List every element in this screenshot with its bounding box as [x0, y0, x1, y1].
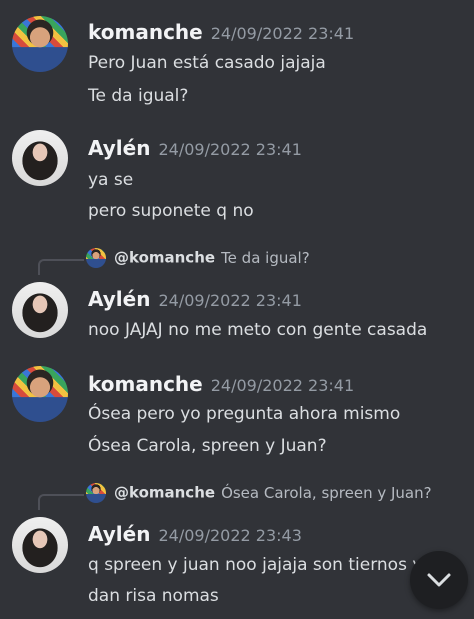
message-text: pero suponete q no: [88, 201, 254, 221]
message-header: Aylén 24/09/2022 23:41: [88, 136, 302, 160]
reply-mention[interactable]: @komanche: [114, 484, 215, 502]
reply-snippet: Te da igual?: [221, 248, 310, 267]
username[interactable]: komanche: [88, 20, 203, 44]
scroll-to-bottom-button[interactable]: [410, 551, 468, 609]
timestamp: 24/09/2022 23:43: [158, 526, 302, 545]
timestamp: 24/09/2022 23:41: [158, 140, 302, 159]
username[interactable]: komanche: [88, 372, 203, 396]
reply-preview[interactable]: @komanche Ósea Carola, spreen y Juan?: [86, 483, 432, 503]
avatar[interactable]: [12, 366, 68, 422]
message-header: Aylén 24/09/2022 23:41: [88, 287, 302, 311]
reply-preview[interactable]: @komanche Te da igual?: [86, 248, 310, 268]
username[interactable]: Aylén: [88, 136, 150, 160]
reply-mention[interactable]: @komanche: [114, 249, 215, 267]
timestamp: 24/09/2022 23:41: [210, 24, 355, 43]
avatar[interactable]: [12, 16, 68, 72]
message-header: Aylén 24/09/2022 23:43: [88, 522, 302, 546]
message-header: komanche 24/09/2022 23:41: [88, 20, 354, 44]
reply-connector: [38, 494, 84, 510]
message-header: komanche 24/09/2022 23:41: [88, 372, 354, 396]
avatar[interactable]: [12, 517, 68, 573]
reply-avatar: [86, 248, 106, 268]
message-text: Te da igual?: [88, 86, 189, 106]
message-text: dan risa nomas: [88, 586, 219, 606]
username[interactable]: Aylén: [88, 287, 150, 311]
chevron-down-icon: [427, 573, 451, 587]
message-text: q spreen y juan noo jajaja son tiernos y: [88, 555, 423, 575]
message-text: ya se: [88, 170, 134, 190]
reply-snippet: Ósea Carola, spreen y Juan?: [221, 483, 432, 502]
reply-avatar: [86, 483, 106, 503]
message-text: Pero Juan está casado jajaja: [88, 53, 326, 73]
timestamp: 24/09/2022 23:41: [210, 376, 355, 395]
message-text: noo JAJAJ no me meto con gente casada: [88, 320, 428, 340]
avatar[interactable]: [12, 282, 68, 338]
message-text: Ósea pero yo pregunta ahora mismo: [88, 404, 401, 424]
message-text: Ósea Carola, spreen y Juan?: [88, 436, 327, 456]
timestamp: 24/09/2022 23:41: [158, 291, 302, 310]
username[interactable]: Aylén: [88, 522, 150, 546]
avatar[interactable]: [12, 130, 68, 186]
reply-connector: [38, 259, 84, 275]
